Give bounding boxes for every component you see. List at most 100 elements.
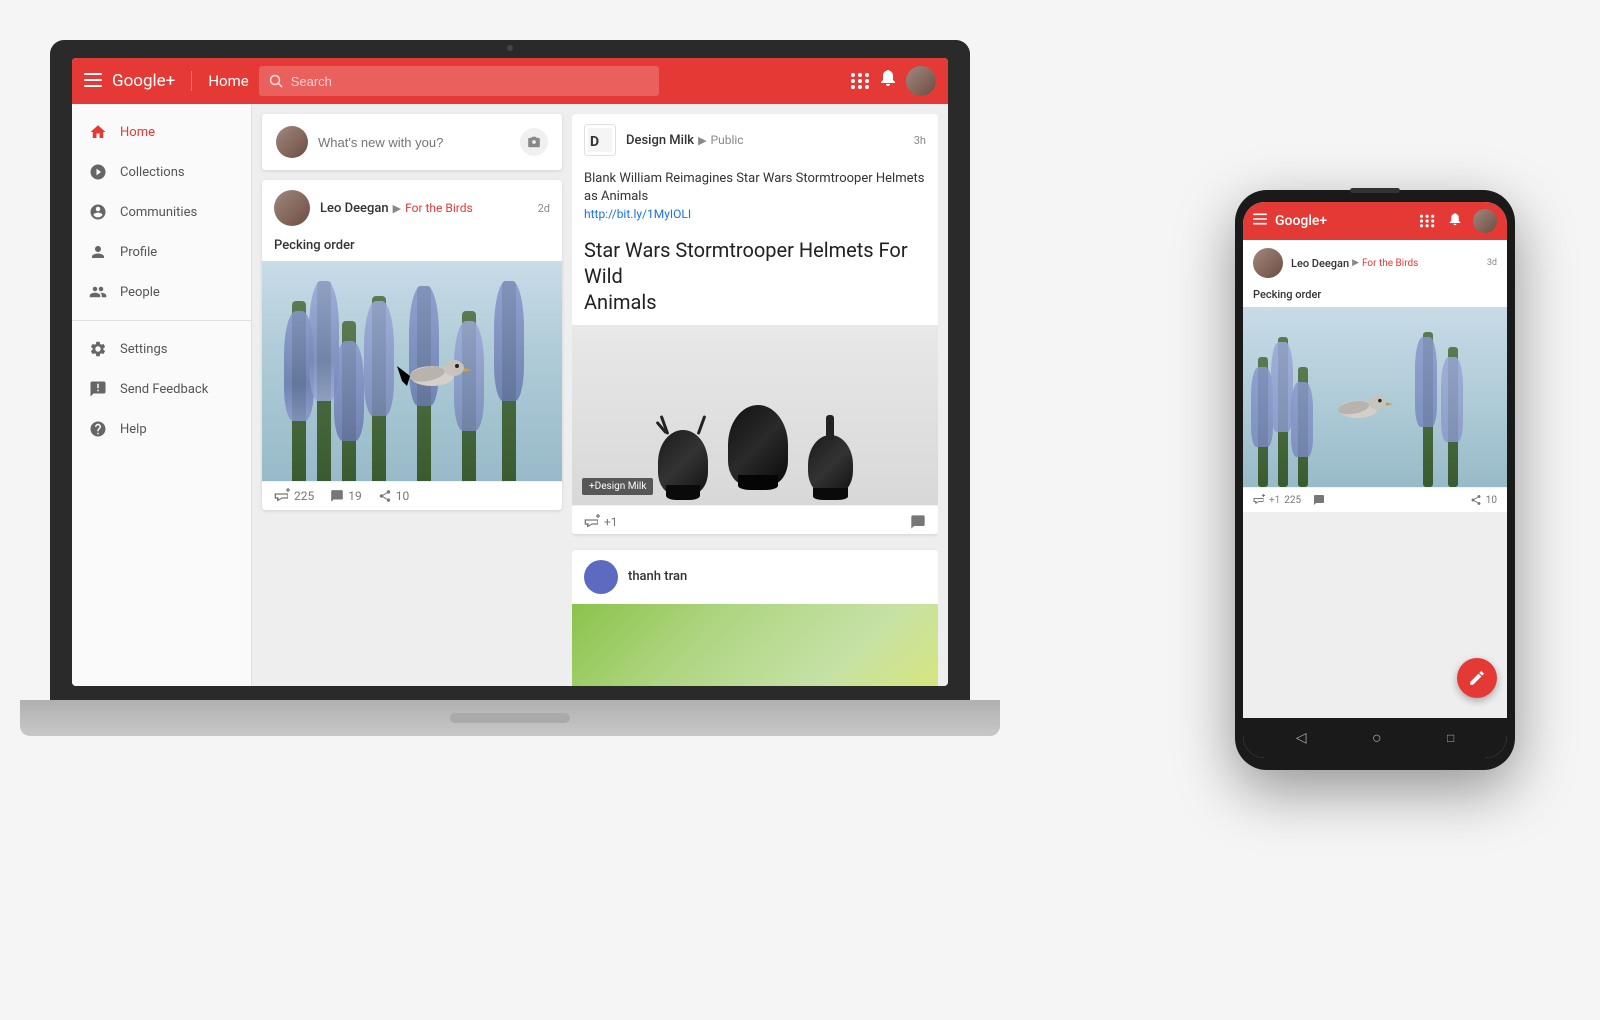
search-icon	[269, 74, 283, 88]
phone-share-btn[interactable]: 10	[1470, 494, 1497, 506]
scene: Google+ Home	[0, 0, 1600, 1020]
post1-share-btn[interactable]: 10	[378, 489, 410, 503]
dm-link[interactable]: http://bit.ly/1MyIOLI	[584, 206, 926, 223]
phone-speaker	[1350, 188, 1400, 193]
sidebar-item-collections[interactable]: Collections	[72, 152, 251, 192]
post1-avatar	[274, 190, 310, 226]
dm-plusone-btn[interactable]: +1	[584, 514, 618, 530]
thanh-avatar	[584, 560, 618, 594]
phone-fab[interactable]	[1457, 658, 1497, 698]
phone-flower-5	[1441, 357, 1463, 442]
share-icon	[378, 489, 392, 503]
phone-notification-icon[interactable]	[1449, 212, 1461, 231]
dm-comment-btn[interactable]	[910, 514, 926, 530]
design-milk-post: D Design Milk ▶ Public	[572, 114, 938, 534]
phone-screen: Google+	[1243, 202, 1507, 758]
dm-comment-icon	[910, 514, 926, 530]
search-bar[interactable]	[259, 66, 659, 96]
profile-icon	[88, 242, 108, 262]
helmet-2	[728, 405, 788, 485]
sidebar-item-home[interactable]: Home	[72, 112, 251, 152]
whats-new-input[interactable]	[318, 135, 510, 150]
phone-post-author[interactable]: Leo Deegan	[1291, 257, 1349, 270]
phone-menu-icon[interactable]	[1253, 213, 1267, 229]
desktop-layout: Home Collections	[72, 104, 948, 686]
phone-post-header: Leo Deegan ▶ For the Birds 3d	[1243, 240, 1507, 286]
hamburger-menu-icon[interactable]	[84, 72, 102, 91]
post1-author-name[interactable]: Leo Deegan	[320, 201, 389, 216]
sidebar-item-help[interactable]: Help	[72, 409, 251, 449]
phone-post-title: Pecking order	[1243, 286, 1507, 307]
phone-recent-btn[interactable]: □	[1447, 731, 1454, 745]
sidebar-item-feedback[interactable]: Send Feedback	[72, 369, 251, 409]
post1-share-count: 10	[396, 489, 410, 503]
comment-icon	[330, 489, 344, 503]
helmet-3	[808, 435, 853, 495]
logo-text: Google+	[112, 71, 175, 91]
bird-scene	[262, 261, 562, 481]
flower-head-4	[364, 301, 394, 416]
helmet-group-1	[658, 430, 708, 495]
phone-plus-btn[interactable]: +1 225	[1253, 494, 1301, 506]
sidebar-item-profile[interactable]: Profile	[72, 232, 251, 272]
post1-plus-btn[interactable]: 225	[274, 488, 314, 504]
communities-icon	[88, 202, 108, 222]
notification-icon[interactable]	[880, 70, 896, 92]
dm-post-description: Blank William Reimagines Star Wars Storm…	[572, 166, 938, 229]
sidebar-item-settings[interactable]: Settings	[72, 329, 251, 369]
user-avatar[interactable]	[906, 66, 936, 96]
phone-user-avatar[interactable]	[1473, 209, 1497, 233]
phone-post-collection[interactable]: For the Birds	[1362, 258, 1418, 269]
camera-icon[interactable]	[520, 128, 548, 156]
bird-svg	[392, 346, 472, 396]
phone-flower-4	[1415, 337, 1437, 427]
dm-arrow: ▶	[698, 134, 706, 147]
people-icon	[88, 282, 108, 302]
post1-header: Leo Deegan ▶ For the Birds 2d	[262, 180, 562, 236]
post1-comment-count: 19	[348, 489, 362, 503]
post1-comment-btn[interactable]: 19	[330, 489, 362, 503]
helmet-1	[658, 430, 708, 495]
post1-arrow: ▶	[393, 202, 401, 215]
post-card-leo: Leo Deegan ▶ For the Birds 2d Pecking or…	[262, 180, 562, 510]
content-area: Leo Deegan ▶ For the Birds 2d Pecking or…	[252, 104, 948, 686]
thanh-tran-post: thanh tran	[572, 550, 938, 686]
phone-bell-icon	[1449, 213, 1461, 227]
dm-plus-icon	[584, 514, 600, 530]
post1-time: 2d	[538, 202, 550, 215]
sidebar-people-label: People	[120, 285, 160, 300]
phone-home-btn[interactable]: ○	[1372, 728, 1382, 748]
phone-bird-image	[1243, 307, 1507, 487]
thanh-header: thanh tran	[572, 550, 938, 604]
dm-plus-label: +1	[604, 515, 618, 529]
desktop-logo: Google+	[112, 71, 175, 91]
sidebar-profile-label: Profile	[120, 245, 157, 260]
design-milk-logo: D	[584, 124, 616, 156]
thanh-author[interactable]: thanh tran	[628, 569, 687, 584]
sidebar-item-people[interactable]: People	[72, 272, 251, 312]
post1-title: Pecking order	[262, 236, 562, 261]
phone-comment-btn[interactable]	[1313, 494, 1325, 506]
phone: Google+	[1235, 190, 1515, 770]
phone-apps-icon[interactable]	[1420, 215, 1435, 228]
phone-arrow: ▶	[1352, 258, 1359, 268]
apps-icon[interactable]	[851, 73, 870, 89]
sidebar-divider	[72, 320, 251, 321]
design-milk-badge: +Design Milk	[582, 478, 653, 495]
phone-back-btn[interactable]: ◁	[1296, 730, 1307, 746]
laptop-base	[20, 700, 1000, 736]
svg-text:D: D	[590, 134, 599, 150]
divider	[191, 71, 192, 91]
sidebar-item-communities[interactable]: Communities	[72, 192, 251, 232]
phone-post-avatar	[1253, 248, 1283, 278]
thanh-post-image	[572, 604, 938, 686]
dm-post-image: +Design Milk	[572, 325, 938, 505]
phone-plus-label: +1	[1269, 495, 1280, 506]
phone-share-icon	[1470, 494, 1482, 506]
sidebar-collections-label: Collections	[120, 165, 185, 180]
dm-post-actions: +1	[572, 505, 938, 534]
search-input[interactable]	[291, 74, 649, 89]
post1-collection[interactable]: For the Birds	[405, 201, 473, 215]
pencil-icon	[1468, 669, 1486, 687]
dm-source-name[interactable]: Design Milk	[626, 133, 694, 148]
